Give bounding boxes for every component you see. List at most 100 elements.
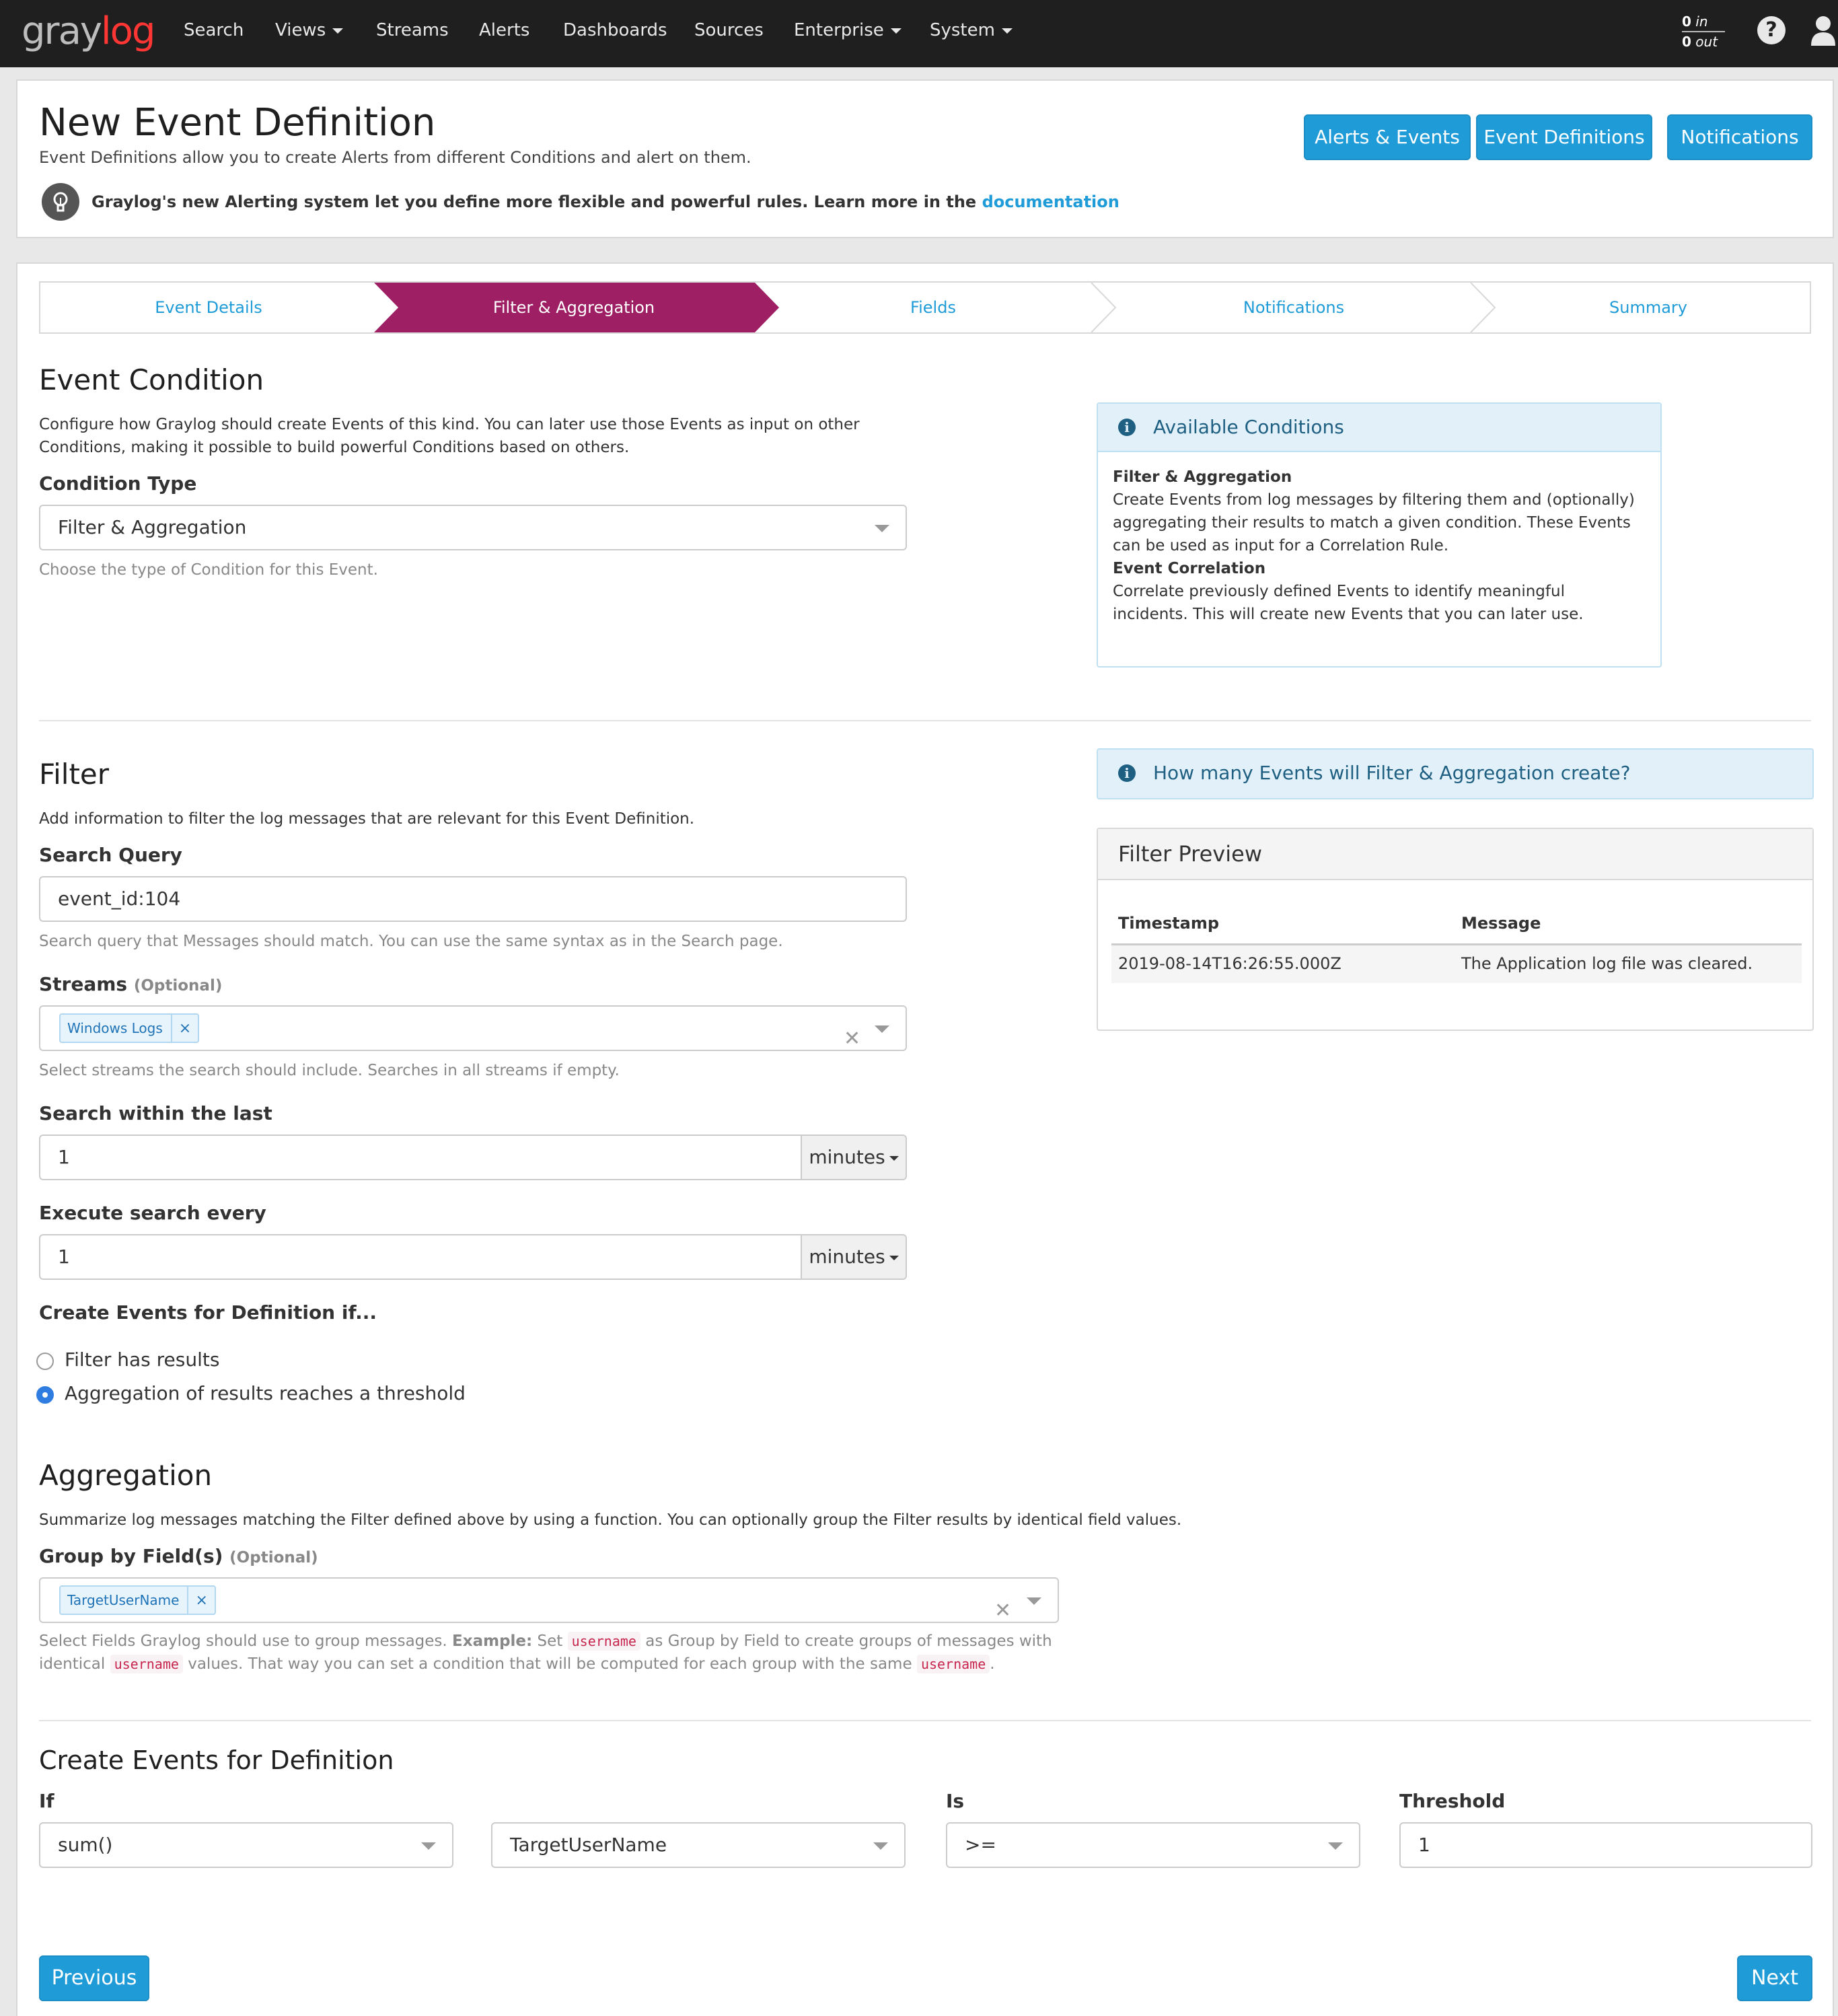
condition-type-value: Filter & Aggregation	[58, 516, 247, 538]
execute-every-label: Execute search every	[39, 1202, 266, 1224]
group-by-help-text-4: identical	[39, 1655, 106, 1673]
execute-every-unit-dropdown[interactable]: minutes	[802, 1234, 907, 1280]
info-circle-icon: i	[1118, 419, 1136, 436]
filter-info-title: How many Events will Filter & Aggregatio…	[1153, 762, 1631, 784]
wizard-step-filter-aggregation[interactable]: Filter & Aggregation	[390, 283, 758, 332]
group-by-help-text-3: as Group by Field to create groups of me…	[645, 1632, 1052, 1650]
radio-aggregation-threshold[interactable]	[36, 1386, 54, 1404]
previous-button[interactable]: Previous	[39, 1955, 149, 2001]
group-by-help-example: Example:	[452, 1632, 533, 1650]
stream-tag-label: Windows Logs	[61, 1015, 172, 1042]
nav-alerts[interactable]: Alerts	[479, 20, 529, 40]
user-icon[interactable]	[1810, 15, 1837, 46]
documentation-link[interactable]: documentation	[982, 192, 1119, 211]
if-label: If	[39, 1790, 54, 1812]
tag-remove-icon[interactable]: ×	[188, 1587, 214, 1614]
filter-info-box[interactable]: i How many Events will Filter & Aggregat…	[1097, 748, 1814, 799]
tip-text: Graylog's new Alerting system let you de…	[91, 192, 977, 211]
nav-sources[interactable]: Sources	[694, 20, 764, 40]
chevron-down-icon	[1001, 28, 1013, 34]
stream-tag: Windows Logs ×	[59, 1013, 200, 1043]
nav-views-label: Views	[275, 20, 326, 40]
event-condition-title: Event Condition	[39, 363, 264, 396]
top-navbar: graylog Search Views Streams Alerts Dash…	[0, 0, 1838, 67]
throughput-in-value: 0	[1682, 13, 1691, 30]
info-circle-icon: i	[1118, 764, 1136, 782]
preview-col-message: Message	[1461, 914, 1541, 933]
group-by-label-text: Group by Field(s)	[39, 1545, 223, 1567]
aggregation-title: Aggregation	[39, 1459, 213, 1492]
group-by-help: Select Fields Graylog should use to grou…	[39, 1630, 1068, 1676]
condition-event-correlation-text: Correlate previously defined Events to i…	[1113, 583, 1584, 623]
aggregation-function-value: sum()	[58, 1834, 113, 1856]
search-within-label: Search within the last	[39, 1102, 272, 1124]
code-username: username	[567, 1632, 640, 1651]
radio-filter-has-results[interactable]	[36, 1353, 54, 1370]
search-within-unit: minutes	[809, 1146, 885, 1168]
radio-filter-has-results-label[interactable]: Filter has results	[65, 1348, 219, 1371]
aggregation-field-value: TargetUserName	[510, 1834, 667, 1856]
wizard-steps: Event Details Filter & Aggregation Field…	[39, 281, 1811, 334]
create-events-if-label: Create Events for Definition if...	[39, 1301, 377, 1324]
wizard-step-fields[interactable]: Fields	[767, 283, 1099, 332]
group-by-select[interactable]: TargetUserName × ✕	[39, 1577, 1059, 1623]
wizard-step-notifications[interactable]: Notifications	[1103, 283, 1484, 332]
filter-description: Add information to filter the log messag…	[39, 810, 695, 828]
streams-select[interactable]: Windows Logs × ✕	[39, 1005, 907, 1051]
aggregation-function-select[interactable]: sum()	[39, 1822, 453, 1868]
event-definitions-button[interactable]: Event Definitions	[1476, 114, 1652, 160]
execute-every-unit: minutes	[809, 1246, 885, 1268]
nav-system-label: System	[930, 20, 995, 40]
wizard-step-event-details[interactable]: Event Details	[40, 283, 377, 332]
nav-search[interactable]: Search	[184, 20, 244, 40]
aggregation-field-select[interactable]: TargetUserName	[491, 1822, 906, 1868]
nav-dashboards[interactable]: Dashboards	[563, 20, 667, 40]
question-circle-icon[interactable]: ?	[1757, 16, 1786, 44]
condition-filter-aggregation-title: Filter & Aggregation	[1113, 468, 1292, 486]
nav-system[interactable]: System	[930, 20, 1013, 40]
wizard-step-summary[interactable]: Summary	[1487, 283, 1810, 332]
alerting-tip: Graylog's new Alerting system let you de…	[91, 192, 1119, 211]
search-query-input[interactable]: event_id:104	[39, 876, 907, 922]
execute-every-input[interactable]: 1	[39, 1234, 802, 1280]
search-within-unit-dropdown[interactable]: minutes	[802, 1135, 907, 1180]
lightbulb-icon	[42, 183, 79, 221]
nav-views[interactable]: Views	[275, 20, 344, 40]
group-by-help-text-1: Select Fields Graylog should use to grou…	[39, 1632, 447, 1650]
group-by-tag: TargetUserName ×	[59, 1585, 216, 1615]
threshold-input[interactable]: 1	[1399, 1822, 1812, 1868]
available-conditions-header: i Available Conditions	[1098, 404, 1660, 452]
code-username: username	[110, 1655, 183, 1673]
clear-icon[interactable]: ✕	[844, 1017, 860, 1060]
section-divider	[39, 720, 1811, 721]
notifications-button[interactable]: Notifications	[1667, 114, 1812, 160]
operator-select[interactable]: >=	[946, 1822, 1360, 1868]
preview-cell-timestamp: 2019-08-14T16:26:55.000Z	[1118, 954, 1341, 973]
condition-event-correlation-title: Event Correlation	[1113, 560, 1266, 577]
throughput-in-label: in	[1695, 13, 1708, 30]
throughput-indicator[interactable]: 0 in 0 out	[1682, 12, 1725, 51]
alerts-events-button[interactable]: Alerts & Events	[1304, 114, 1471, 160]
search-within-input[interactable]: 1	[39, 1135, 802, 1180]
graylog-logo[interactable]: graylog	[22, 9, 155, 53]
nav-enterprise[interactable]: Enterprise	[794, 20, 902, 40]
wizard-panel: Event Details Filter & Aggregation Field…	[16, 262, 1834, 2016]
chevron-down-icon	[875, 1025, 889, 1033]
chevron-down-icon	[889, 1255, 899, 1260]
chevron-down-icon	[1328, 1842, 1343, 1850]
condition-type-label: Condition Type	[39, 472, 197, 495]
radio-aggregation-threshold-label[interactable]: Aggregation of results reaches a thresho…	[65, 1382, 466, 1404]
nav-streams[interactable]: Streams	[376, 20, 449, 40]
filter-preview-panel: Filter Preview Timestamp Message 2019-08…	[1097, 828, 1814, 1031]
group-by-help-text-2: Set	[537, 1632, 563, 1650]
chevron-down-icon	[332, 28, 344, 34]
condition-type-select[interactable]: Filter & Aggregation	[39, 505, 907, 550]
chevron-down-icon	[890, 28, 902, 34]
clear-icon[interactable]: ✕	[994, 1589, 1011, 1632]
streams-label-text: Streams	[39, 973, 128, 995]
logo-text-log: log	[101, 9, 155, 53]
condition-filter-aggregation-text: Create Events from log messages by filte…	[1113, 491, 1635, 554]
tag-remove-icon[interactable]: ×	[172, 1015, 198, 1042]
search-query-label: Search Query	[39, 844, 182, 866]
next-button[interactable]: Next	[1737, 1955, 1812, 2001]
